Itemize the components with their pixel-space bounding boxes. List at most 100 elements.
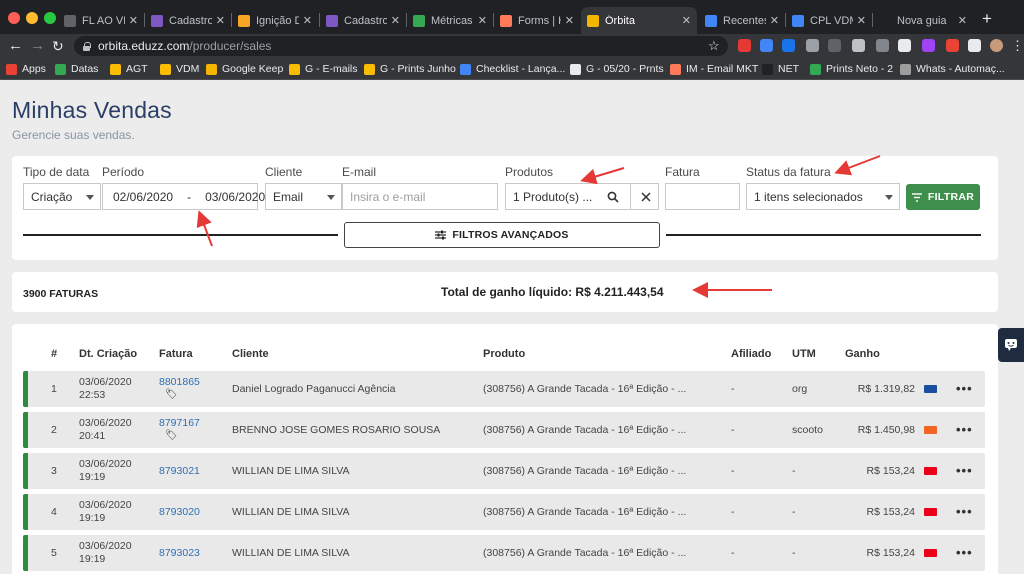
more-options-icon[interactable]: ••• — [956, 463, 973, 478]
browser-tab[interactable]: Forms | Hu ✕ — [494, 7, 580, 34]
cliente-name: WILLIAN DE LIMA SILVA — [232, 547, 350, 559]
fatura-link[interactable]: 8801865 — [159, 376, 200, 388]
extension-icon[interactable] — [946, 39, 959, 52]
more-options-icon[interactable]: ••• — [956, 381, 973, 396]
more-options-icon[interactable]: ••• — [956, 504, 973, 519]
fatura-input[interactable] — [665, 183, 740, 210]
bookmark-label: Datas — [71, 63, 99, 75]
search-icon[interactable] — [607, 191, 619, 203]
table-row[interactable]: 4 03/06/2020 19:19 8793020 WILLIAN DE LIMA S… — [23, 494, 985, 530]
clear-icon[interactable] — [641, 192, 651, 202]
table-row[interactable]: 2 03/06/2020 20:41 8797167 🏷 BRENNO JOSE GOME… — [23, 412, 985, 448]
browser-tab[interactable]: Recentes ✕ — [699, 7, 785, 34]
bookmark-item[interactable]: NET — [762, 58, 799, 80]
maximize-window-button[interactable] — [44, 12, 56, 24]
close-window-button[interactable] — [8, 12, 20, 24]
mastercard-card-icon — [924, 467, 937, 475]
bookmark-item[interactable]: Whats - Automaç... — [900, 58, 1005, 80]
bookmark-item[interactable]: Prints Neto - 2 — [810, 58, 893, 80]
table-row[interactable]: 1 03/06/2020 22:53 8801865 🏷 Daniel Logrado P… — [23, 371, 985, 407]
close-tab-icon[interactable]: ✕ — [478, 14, 487, 27]
browser-tab[interactable]: Nova guia ✕ — [873, 7, 973, 34]
utm-value: - — [792, 547, 796, 559]
minimize-window-button[interactable] — [26, 12, 38, 24]
bookmark-icon — [570, 63, 581, 75]
close-tab-icon[interactable]: ✕ — [958, 14, 967, 27]
browser-tab[interactable]: Cadastro p ✕ — [320, 7, 406, 34]
extension-icon[interactable] — [852, 39, 865, 52]
table-row[interactable]: 3 03/06/2020 19:19 8793021 WILLIAN DE LIMA S… — [23, 453, 985, 489]
mastercard-card-icon — [924, 549, 937, 557]
bookmark-item[interactable]: Google Keep — [206, 58, 283, 80]
utm-value: - — [792, 465, 796, 477]
pen-extension-icon[interactable] — [922, 39, 935, 52]
forward-button[interactable]: → — [30, 36, 45, 56]
tab-label: Ignição Dig — [256, 14, 299, 27]
new-tab-button[interactable]: + — [982, 9, 992, 29]
tab-label: Cadastro p — [344, 14, 387, 27]
bookmark-item[interactable]: Checklist - Lança... — [460, 58, 565, 80]
reload-button[interactable]: ↻ — [52, 36, 64, 56]
bookmark-item[interactable]: Datas — [55, 58, 98, 80]
bookmark-item[interactable]: AGT — [110, 58, 148, 80]
filtrar-button[interactable]: FILTRAR — [906, 184, 980, 210]
browser-menu-icon[interactable]: ⋮ — [1011, 36, 1024, 56]
bookmark-icon — [110, 63, 121, 75]
extension-icon[interactable] — [898, 39, 911, 52]
close-tab-icon[interactable]: ✕ — [565, 14, 574, 27]
cliente-select[interactable]: Email — [265, 183, 342, 210]
browser-tab[interactable]: CPL VDMR ✕ — [786, 7, 872, 34]
bookmark-item[interactable]: Apps — [6, 58, 46, 80]
email-input[interactable]: Insira o e-mail — [342, 183, 498, 210]
profile-avatar[interactable] — [990, 39, 1003, 52]
fatura-link[interactable]: 8793021 — [159, 465, 200, 477]
close-tab-icon[interactable]: ✕ — [391, 14, 400, 27]
more-options-icon[interactable]: ••• — [956, 422, 973, 437]
afiliado-value: - — [731, 506, 735, 518]
fatura-link[interactable]: 8793020 — [159, 506, 200, 518]
creation-time: 19:19 — [79, 471, 106, 483]
tipo-data-select[interactable]: Criação — [23, 183, 101, 210]
fatura-link[interactable]: 8793023 — [159, 547, 200, 559]
screenshot-extension-icon[interactable] — [876, 39, 889, 52]
periodo-range-input[interactable]: 02/06/2020 - 03/06/2020 — [102, 183, 265, 210]
bookmark-item[interactable]: IM - Email MKT — [670, 58, 758, 80]
produtos-select[interactable]: 1 Produto(s) ... — [505, 183, 659, 210]
translate-extension-icon[interactable] — [760, 39, 773, 52]
fatura-link[interactable]: 8797167 — [159, 417, 200, 429]
bookmark-item[interactable]: G - 05/20 - Prnts — [570, 58, 664, 80]
close-tab-icon[interactable]: ✕ — [216, 14, 225, 27]
browser-tab[interactable]: Órbita ✕ — [581, 7, 697, 34]
tag-icon: 🏷 — [165, 430, 178, 441]
browser-tab[interactable]: FL AO VIVO ✕ — [58, 7, 144, 34]
back-button[interactable]: ← — [8, 36, 23, 56]
bookmark-item[interactable]: VDM — [160, 58, 199, 80]
youtube-extension-icon[interactable] — [738, 39, 751, 52]
column-header: Ganho — [845, 348, 880, 360]
filtros-avancados-button[interactable]: FILTROS AVANÇADOS — [344, 222, 660, 248]
table-row[interactable]: 5 03/06/2020 19:19 8793023 WILLIAN DE LIMA S… — [23, 535, 985, 571]
chat-widget-button[interactable] — [998, 328, 1024, 362]
visa-card-icon — [924, 385, 937, 393]
browser-tab[interactable]: Cadastro p ✕ — [145, 7, 231, 34]
close-tab-icon[interactable]: ✕ — [303, 14, 312, 27]
close-tab-icon[interactable]: ✕ — [129, 14, 138, 27]
bookmark-item[interactable]: G - E-mails — [289, 58, 358, 80]
divider — [666, 234, 981, 236]
browser-tab[interactable]: Métricas Vi ✕ — [407, 7, 493, 34]
close-tab-icon[interactable]: ✕ — [857, 14, 866, 27]
close-tab-icon[interactable]: ✕ — [770, 14, 779, 27]
close-tab-icon[interactable]: ✕ — [682, 14, 691, 27]
creation-date: 03/06/2020 — [79, 499, 132, 511]
status-select[interactable]: 1 itens selecionados — [746, 183, 900, 210]
browser-tab[interactable]: Ignição Dig ✕ — [232, 7, 318, 34]
bookmark-star-icon[interactable]: ☆ — [708, 36, 720, 56]
extension-icon[interactable] — [782, 39, 795, 52]
puzzle-extensions-icon[interactable] — [968, 39, 981, 52]
extension-icon[interactable] — [828, 39, 841, 52]
bookmark-item[interactable]: G - Prints Junho — [364, 58, 456, 80]
address-bar[interactable]: orbita.eduzz.com /producer/sales — [74, 36, 728, 56]
more-options-icon[interactable]: ••• — [956, 545, 973, 560]
row-number: 3 — [51, 465, 57, 477]
camera-extension-icon[interactable] — [806, 39, 819, 52]
